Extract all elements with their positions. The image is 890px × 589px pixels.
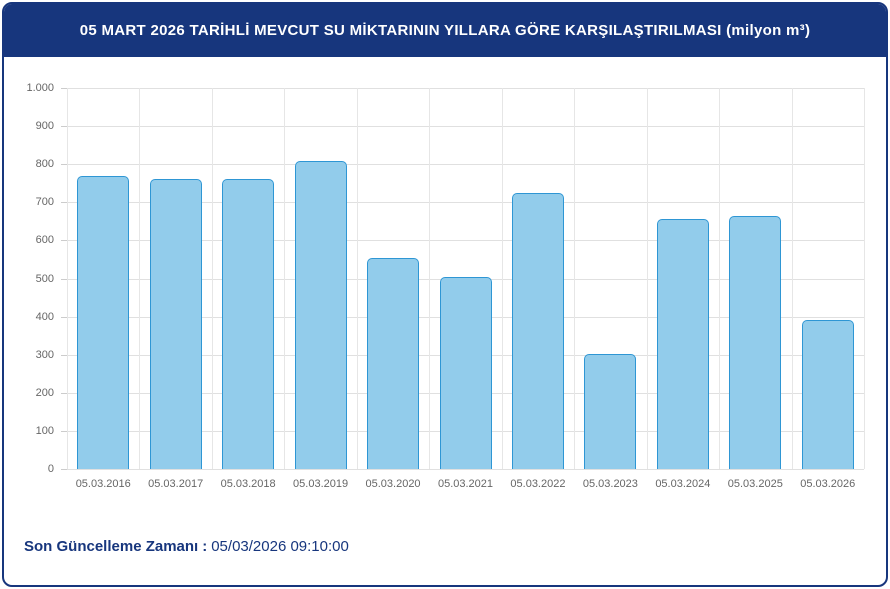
bar-05.03.2025[interactable]	[729, 215, 782, 469]
gridline-vertical	[574, 88, 576, 469]
gridline-vertical	[646, 88, 648, 469]
x-axis-label: 05.03.2020	[365, 478, 421, 490]
y-axis-label: 200	[35, 386, 54, 399]
gridline-horizontal	[67, 164, 864, 166]
gridline-vertical	[139, 88, 141, 469]
gridline-horizontal	[67, 88, 864, 89]
gridline-vertical	[356, 88, 358, 469]
gridline-vertical	[791, 88, 793, 469]
bar-05.03.2020[interactable]	[367, 257, 420, 469]
y-axis-tick	[61, 469, 67, 470]
y-axis-label: 0	[47, 463, 54, 475]
x-axis-label: 05.03.2016	[75, 478, 131, 490]
last-update-value: 05/03/2026 09:10:00	[211, 538, 349, 555]
y-axis-label: 500	[35, 272, 54, 285]
bar-05.03.2021[interactable]	[439, 277, 492, 469]
x-axis-label: 05.03.2018	[220, 478, 276, 490]
x-axis-label: 05.03.2021	[437, 478, 494, 490]
last-update: Son Güncelleme Zamanı:05/03/2026 09:10:0…	[24, 538, 349, 555]
bar-05.03.2017[interactable]	[149, 178, 202, 469]
gridline-vertical	[501, 88, 503, 469]
bar-chart: 0 100 200 300 400 500 600 700 800 900 1.000 05.03.2…	[4, 57, 886, 512]
y-axis-label: 100	[35, 424, 54, 437]
bar-05.03.2024[interactable]	[656, 218, 709, 469]
y-axis-label: 600	[35, 234, 54, 247]
bar-05.03.2026[interactable]	[801, 320, 854, 469]
gridline-horizontal	[67, 469, 864, 470]
gridline-vertical	[284, 88, 286, 469]
bar-05.03.2019[interactable]	[294, 161, 347, 469]
x-axis-label: 05.03.2023	[582, 478, 638, 490]
last-update-separator: :	[202, 538, 208, 555]
x-axis-label: 05.03.2025	[727, 478, 783, 490]
chart-title-bar: 05 MART 2026 TARİHLİ MEVCUT SU MİKTARINI…	[4, 4, 886, 57]
x-axis-label: 05.03.2026	[800, 478, 856, 490]
gridline-vertical	[719, 88, 721, 469]
bar-05.03.2023[interactable]	[584, 353, 637, 469]
chart-card: 05 MART 2026 TARİHLİ MEVCUT SU MİKTARINI…	[2, 2, 888, 587]
y-axis-label: 700	[35, 196, 54, 209]
y-axis-label: 300	[35, 348, 54, 361]
gridline-vertical	[864, 88, 865, 469]
bar-05.03.2016[interactable]	[77, 175, 130, 469]
gridline-vertical	[429, 88, 431, 469]
y-axis-label: 1.000	[26, 82, 54, 94]
x-axis-label: 05.03.2019	[293, 478, 349, 490]
y-axis-label: 400	[35, 310, 54, 323]
plot-area	[61, 88, 865, 470]
x-axis-label: 05.03.2024	[655, 478, 711, 490]
gridline-vertical	[67, 88, 68, 469]
chart-title: 05 MART 2026 TARİHLİ MEVCUT SU MİKTARINI…	[79, 22, 811, 39]
bar-05.03.2022[interactable]	[511, 193, 564, 469]
gridline-horizontal	[67, 126, 864, 128]
y-axis-label: 800	[35, 158, 54, 171]
last-update-label: Son Güncelleme Zamanı	[24, 538, 199, 555]
gridline-vertical	[211, 88, 213, 469]
bar-05.03.2018[interactable]	[222, 179, 275, 469]
y-axis-label: 900	[35, 120, 54, 133]
x-axis-label: 05.03.2017	[148, 478, 204, 490]
x-axis-label: 05.03.2022	[510, 478, 566, 490]
